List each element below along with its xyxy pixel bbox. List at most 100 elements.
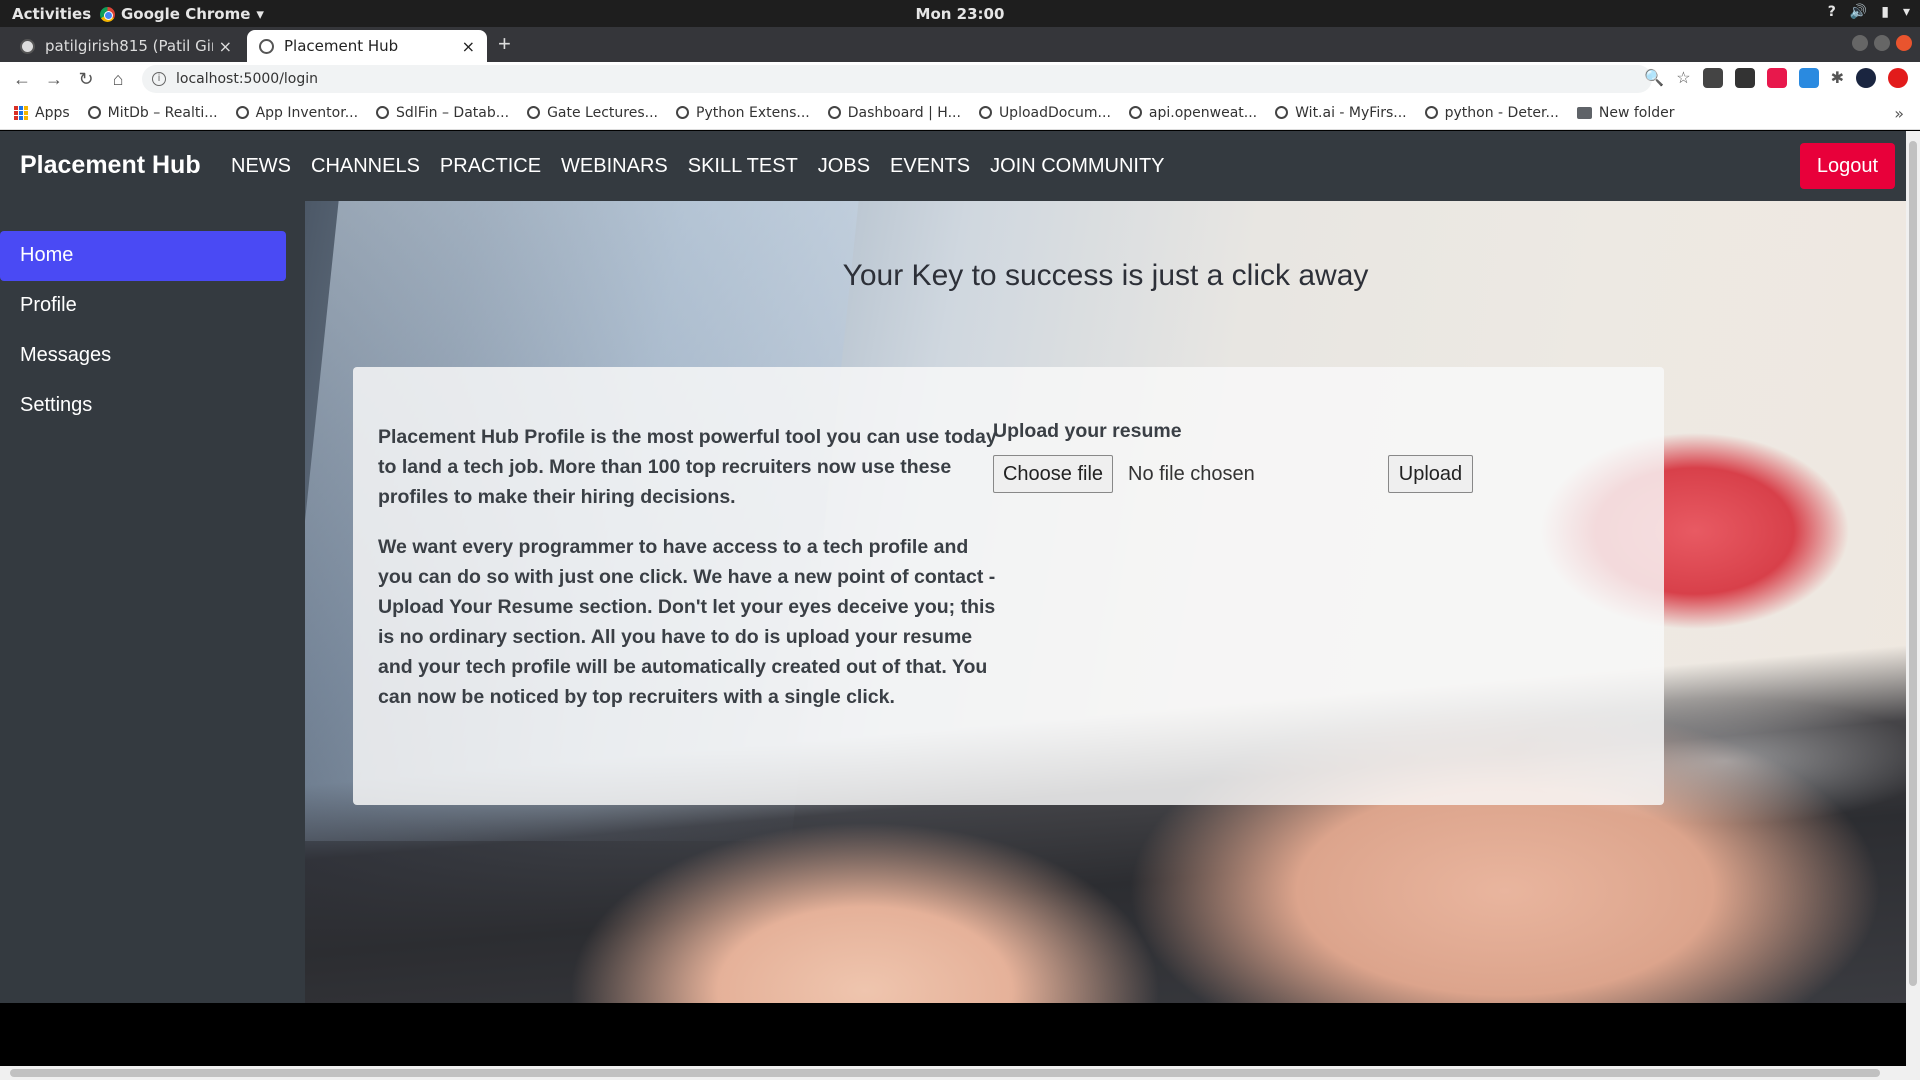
tab-github[interactable]: patilgirish815 (Patil Girish × (8, 30, 244, 62)
home-icon[interactable]: ⌂ (102, 69, 134, 90)
app-menu[interactable]: Google Chrome ▾ (100, 5, 264, 23)
zoom-icon[interactable]: 🔍 (1644, 68, 1664, 88)
upload-card: Placement Hub Profile is the most powerf… (353, 367, 1664, 805)
os-top-bar: Activities Google Chrome ▾ Mon 23:00 ? 🔊… (0, 0, 1920, 27)
system-tray[interactable]: ? 🔊 ▮ ▾ (1828, 4, 1910, 20)
close-window-button[interactable] (1896, 35, 1912, 51)
maximize-button[interactable] (1874, 35, 1890, 51)
bookmark-label: Apps (35, 104, 70, 121)
tab-title: Placement Hub (284, 37, 399, 55)
globe-icon (676, 106, 689, 119)
bookmark-label: SdlFin – Datab... (396, 104, 510, 121)
nav-news[interactable]: NEWS (231, 155, 291, 178)
nav-join-community[interactable]: JOIN COMMUNITY (990, 155, 1164, 178)
star-icon[interactable]: ☆ (1676, 68, 1690, 88)
bookmark-item[interactable]: App Inventor... (235, 105, 358, 121)
info-icon[interactable]: i (152, 72, 166, 86)
horizontal-scrollbar[interactable] (0, 1066, 1920, 1080)
choose-file-button[interactable]: Choose file (993, 455, 1113, 493)
bookmark-folder[interactable]: New folder (1576, 104, 1675, 121)
bookmark-label: MitDb – Realti... (107, 104, 218, 121)
sidebar-item-home[interactable]: Home (0, 231, 286, 281)
top-navbar: Placement Hub NEWS CHANNELS PRACTICE WEB… (0, 131, 1906, 201)
bookmark-apps[interactable]: Apps (14, 105, 70, 121)
bookmark-label: Gate Lectures... (547, 104, 658, 121)
clock[interactable]: Mon 23:00 (0, 5, 1920, 23)
battery-icon[interactable]: ▮ (1881, 4, 1889, 20)
globe-icon (1128, 106, 1142, 119)
scrollbar-thumb[interactable] (10, 1069, 1880, 1077)
vertical-scrollbar[interactable] (1906, 131, 1920, 1066)
puzzle-icon[interactable]: ✱ (1831, 68, 1844, 88)
tab-title: patilgirish815 (Patil Girish (45, 37, 213, 55)
upload-label: Upload your resume (993, 420, 1182, 442)
folder-icon (1576, 106, 1592, 119)
brand-logo[interactable]: Placement Hub (20, 151, 201, 180)
globe-icon (1424, 106, 1438, 119)
bookmark-label: Wit.ai - MyFirs... (1295, 104, 1407, 121)
apps-icon (14, 105, 28, 120)
bookmark-item[interactable]: UploadDocum... (978, 104, 1111, 121)
nav-links: NEWS CHANNELS PRACTICE WEBINARS SKILL TE… (231, 155, 1165, 178)
nav-skill-test[interactable]: SKILL TEST (688, 155, 798, 178)
bookmark-item[interactable]: Gate Lectures... (527, 105, 658, 121)
bookmark-item[interactable]: api.openweat... (1128, 105, 1257, 121)
globe-icon (87, 106, 101, 119)
new-tab-button[interactable]: + (498, 31, 511, 57)
globe-icon (235, 106, 249, 119)
bookmark-item[interactable]: MitDb – Realti... (87, 104, 218, 121)
sidebar-item-settings[interactable]: Settings (0, 381, 286, 431)
page-bottom-area (0, 1003, 1906, 1066)
extension-icon[interactable] (1702, 68, 1723, 88)
address-bar[interactable]: i localhost:5000/login (142, 65, 1652, 93)
back-icon[interactable]: ← (6, 69, 38, 90)
tab-placement-hub[interactable]: Placement Hub × (247, 30, 487, 62)
reload-icon[interactable]: ↻ (70, 69, 102, 90)
globe-icon (978, 106, 992, 119)
url-text[interactable]: localhost:5000/login (176, 71, 318, 87)
sidebar: Home Profile Messages Settings (0, 201, 305, 1003)
logout-button[interactable]: Logout (1800, 143, 1895, 189)
tray-menu-icon[interactable]: ▾ (1903, 4, 1910, 20)
chrome-icon (100, 6, 115, 22)
globe-icon (376, 106, 390, 119)
nav-jobs[interactable]: JOBS (818, 155, 870, 178)
extension-icon[interactable] (1766, 68, 1787, 88)
bookmark-label: Python Extens... (696, 104, 810, 121)
upload-button[interactable]: Upload (1388, 455, 1473, 493)
minimize-button[interactable] (1852, 35, 1868, 51)
globe-icon (827, 106, 841, 119)
more-bookmarks-icon[interactable]: » (1894, 104, 1904, 123)
menu-icon[interactable] (1888, 68, 1908, 88)
nav-events[interactable]: EVENTS (890, 155, 970, 178)
bookmark-item[interactable]: python - Deter... (1424, 105, 1559, 121)
globe-icon (1275, 106, 1289, 119)
app-name: Google Chrome (121, 5, 251, 23)
activities-button[interactable]: Activities (12, 5, 91, 23)
bookmark-label: Dashboard | H... (847, 104, 961, 121)
extension-icon[interactable] (1734, 68, 1755, 88)
close-icon[interactable]: × (219, 37, 232, 56)
bookmark-item[interactable]: Python Extens... (676, 105, 810, 121)
tab-strip: patilgirish815 (Patil Girish × Placement… (0, 27, 1920, 62)
scrollbar-thumb[interactable] (1909, 141, 1917, 986)
bookmark-item[interactable]: SdlFin – Datab... (376, 105, 509, 121)
forward-icon[interactable]: → (38, 69, 70, 90)
download-icon[interactable] (1798, 68, 1819, 88)
close-icon[interactable]: × (462, 37, 475, 56)
globe-icon (527, 106, 541, 119)
nav-webinars[interactable]: WEBINARS (561, 155, 668, 178)
bookmark-label: New folder (1598, 104, 1675, 121)
bookmark-item[interactable]: Dashboard | H... (827, 104, 961, 121)
nav-practice[interactable]: PRACTICE (440, 155, 541, 178)
nav-channels[interactable]: CHANNELS (311, 155, 420, 178)
help-icon[interactable]: ? (1828, 4, 1836, 20)
bookmark-item[interactable]: Wit.ai - MyFirs... (1275, 104, 1407, 121)
toolbar-actions: 🔍 ☆ ✱ (1644, 68, 1908, 88)
avatar[interactable] (1856, 68, 1876, 88)
window-controls (1852, 35, 1912, 51)
sidebar-item-profile[interactable]: Profile (0, 281, 286, 331)
volume-icon[interactable]: 🔊 (1850, 4, 1867, 20)
bookmark-label: UploadDocum... (998, 104, 1111, 121)
sidebar-item-messages[interactable]: Messages (0, 331, 286, 381)
